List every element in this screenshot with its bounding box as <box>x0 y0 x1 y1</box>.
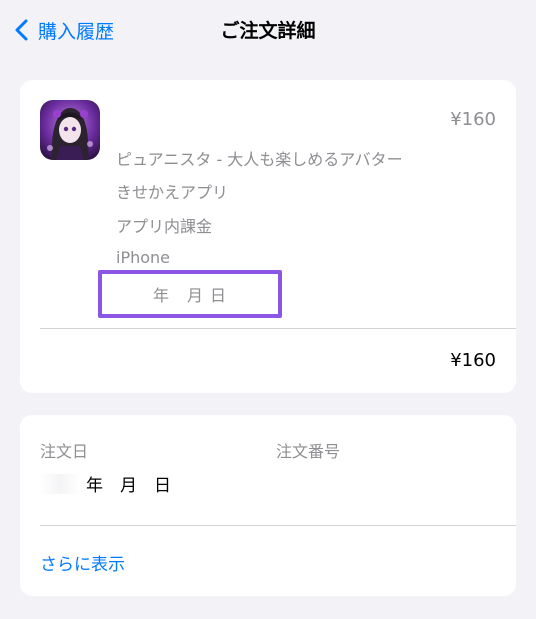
purchase-item-card: ¥160 ピュアニスタ - 大人も楽しめるアバター きせかえアプリ アプリ内課金… <box>20 80 516 393</box>
order-date-text: 年 月 日 <box>86 476 171 496</box>
device-name: iPhone <box>116 248 171 267</box>
order-date-label: 注文日 <box>40 442 89 461</box>
page-title: ご注文詳細 <box>220 20 316 42</box>
app-name: ピュアニスタ - 大人も楽しめるアバター <box>116 150 403 169</box>
total-price: ¥160 <box>450 350 496 371</box>
purchase-date: 年 月 日 <box>152 286 228 305</box>
order-info-card: 注文日 注文番号 年 月 日 さらに表示 <box>20 415 516 596</box>
divider <box>40 525 516 526</box>
purchase-type: アプリ内課金 <box>116 217 213 236</box>
app-icon <box>40 100 100 160</box>
app-category: きせかえアプリ <box>116 183 229 202</box>
purchase-date-highlight: 年 月 日 <box>98 270 282 318</box>
divider <box>40 328 516 329</box>
show-more-link[interactable]: さらに表示 <box>40 550 125 575</box>
order-date-value: 年 月 日 <box>40 471 171 496</box>
order-number-label: 注文番号 <box>276 442 341 461</box>
item-price: ¥160 <box>450 109 496 130</box>
redacted-year <box>40 473 80 494</box>
navigation-bar: 購入履歴 ご注文詳細 <box>0 0 536 60</box>
